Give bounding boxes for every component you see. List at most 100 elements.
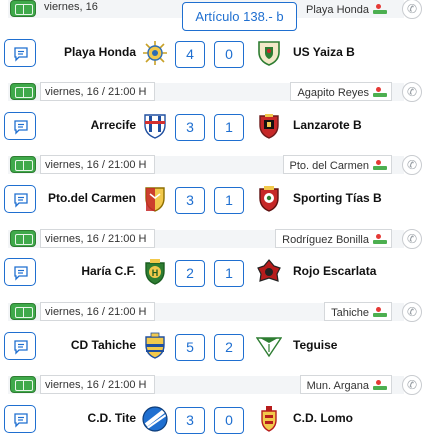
away-score[interactable]: 0 [214, 407, 244, 434]
match-date: viernes, 16 / 21:00 H [45, 306, 147, 318]
soccer-field-icon[interactable] [10, 156, 36, 173]
chat-button[interactable] [4, 112, 36, 140]
phone-icon[interactable]: ✆ [402, 0, 422, 19]
phone-icon[interactable]: ✆ [402, 302, 422, 322]
match-info-row: viernes, 16 / 21:00 H Tahiche ✆ [0, 301, 426, 323]
venue-label[interactable]: Pto. del Carmen [282, 155, 392, 174]
away-score[interactable]: 1 [214, 260, 244, 287]
away-team-crest [258, 41, 280, 66]
chat-button[interactable] [4, 185, 36, 213]
home-team-crest [142, 406, 168, 432]
chat-button[interactable] [4, 39, 36, 67]
home-team-name: Pto.del Carmen [47, 191, 136, 205]
chat-button[interactable] [4, 258, 36, 286]
venue-label[interactable]: Playa Honda [299, 0, 392, 18]
home-team-name: C.D. Tite [87, 411, 136, 425]
home-score[interactable]: 4 [175, 41, 205, 68]
match-row: Playa Honda 4 0 US Yaiza B [0, 33, 426, 73]
chat-icon [14, 193, 28, 208]
chat-icon [14, 120, 28, 135]
match-date-box: viernes, 16 / 21:00 H [40, 375, 155, 394]
match-date-box: viernes, 16 / 21:00 H [40, 82, 155, 101]
home-team-name: CD Tahiche [70, 338, 136, 352]
soccer-field-icon[interactable] [10, 303, 36, 320]
home-score[interactable]: 3 [175, 407, 205, 434]
stadium-icon [373, 160, 387, 170]
soccer-field-icon[interactable] [10, 230, 36, 247]
match-row: CD Tahiche 5 2 Teguise [0, 326, 426, 366]
phone-icon[interactable]: ✆ [402, 155, 422, 175]
home-team-name: Haría C.F. [81, 264, 136, 278]
away-team-name: C.D. Lomo [293, 411, 353, 425]
stadium-icon [373, 4, 387, 14]
match-date-box: viernes, 16 / 21:00 H [40, 229, 155, 248]
venue-name: Rodríguez Bonilla [282, 234, 369, 246]
home-score[interactable]: 2 [175, 260, 205, 287]
venue-name: Tahiche [331, 307, 369, 319]
article-button[interactable]: Artículo 138.- b [182, 2, 297, 31]
chat-button[interactable] [4, 405, 36, 433]
away-team-name: Lanzarote B [293, 118, 362, 132]
stadium-icon [373, 307, 387, 317]
match-date: viernes, 16 / 21:00 H [45, 379, 147, 391]
venue-name: Playa Honda [306, 4, 369, 16]
svg-text:H: H [152, 268, 159, 278]
away-score[interactable]: 2 [214, 334, 244, 361]
match-info-row: viernes, 16 / 21:00 H Pto. del Carmen ✆ [0, 154, 426, 176]
venue-label[interactable]: Agapito Reyes [290, 82, 392, 101]
away-team-name: US Yaiza B [293, 45, 355, 59]
chat-button[interactable] [4, 332, 36, 360]
home-score[interactable]: 5 [175, 334, 205, 361]
home-team-crest [145, 332, 165, 359]
match-row: Pto.del Carmen 3 1 Sporting Tías B [0, 179, 426, 219]
soccer-field-icon[interactable] [10, 83, 36, 100]
match-date: viernes, 16 [44, 1, 98, 13]
phone-icon[interactable]: ✆ [402, 82, 422, 102]
soccer-field-icon[interactable] [10, 0, 36, 17]
soccer-field-icon[interactable] [10, 376, 36, 393]
venue-name: Mun. Argana [306, 380, 369, 392]
away-team-crest [261, 406, 277, 432]
phone-icon[interactable]: ✆ [402, 375, 422, 395]
away-score[interactable]: 1 [214, 187, 244, 214]
home-team-name: Arrecife [90, 118, 136, 132]
home-score[interactable]: 3 [175, 187, 205, 214]
match-date: viernes, 16 / 21:00 H [45, 233, 147, 245]
home-score[interactable]: 3 [175, 114, 205, 141]
home-team-crest [144, 114, 166, 139]
home-team-name: Playa Honda [63, 45, 136, 59]
home-team-crest [143, 41, 167, 65]
away-team-name: Rojo Escarlata [293, 264, 377, 278]
away-team-crest [259, 186, 279, 212]
chat-icon [14, 340, 28, 355]
match-row: Arrecife 3 1 Lanzarote B [0, 106, 426, 146]
home-team-crest [145, 187, 165, 212]
match-date-box: viernes, 16 / 21:00 H [40, 302, 155, 321]
match-info-row: viernes, 16 / 21:00 H Agapito Reyes ✆ [0, 81, 426, 103]
match-row: Haría C.F. H 2 1 Rojo Escarlata [0, 252, 426, 292]
venue-label[interactable]: Rodríguez Bonilla [275, 229, 392, 248]
venue-label[interactable]: Mun. Argana [299, 375, 392, 394]
match-info-row: viernes, 16 / 21:00 H Rodríguez Bonilla … [0, 228, 426, 250]
stadium-icon [373, 380, 387, 390]
chat-icon [14, 266, 28, 281]
venue-name: Pto. del Carmen [289, 160, 369, 172]
home-team-crest: H [145, 259, 165, 285]
chat-icon [14, 413, 28, 428]
match-date: viernes, 16 / 21:00 H [45, 86, 147, 98]
stadium-icon [373, 87, 387, 97]
match-row: C.D. Tite 3 0 C.D. Lomo [0, 399, 426, 439]
stadium-icon [373, 234, 387, 244]
away-team-crest [256, 337, 282, 358]
venue-label[interactable]: Tahiche [324, 302, 392, 321]
chat-icon [14, 47, 28, 62]
match-info-row: viernes, 16 / 21:00 H Mun. Argana ✆ [0, 374, 426, 396]
match-date-box: viernes, 16 / 21:00 H [40, 155, 155, 174]
away-team-name: Teguise [293, 338, 338, 352]
phone-icon[interactable]: ✆ [402, 229, 422, 249]
venue-name: Agapito Reyes [297, 87, 369, 99]
away-score[interactable]: 1 [214, 114, 244, 141]
away-team-crest [259, 114, 279, 139]
away-score[interactable]: 0 [214, 41, 244, 68]
away-team-crest [257, 259, 281, 282]
